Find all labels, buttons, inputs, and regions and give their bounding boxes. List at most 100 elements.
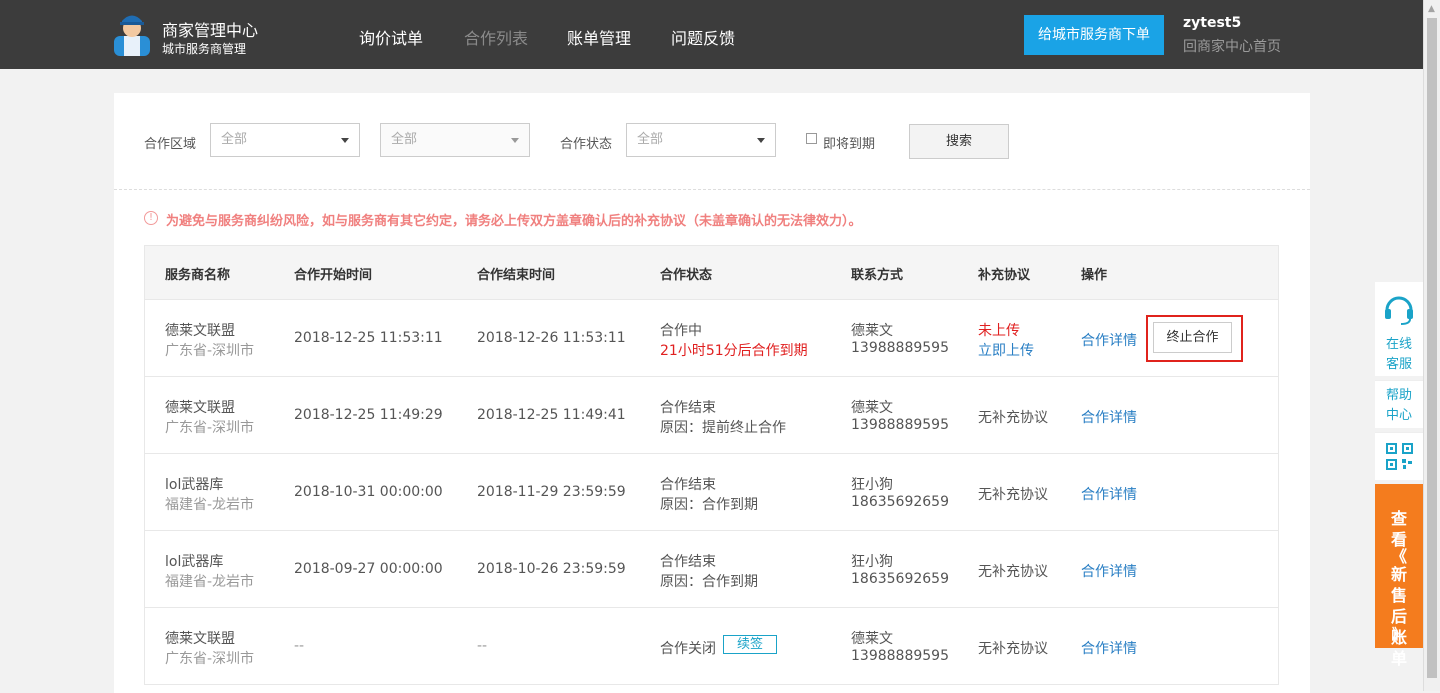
online-service-label-1: 在线 <box>1385 337 1412 352</box>
region-province-value: 全部 <box>221 132 248 147</box>
contact-name: 德莱文 <box>851 323 893 339</box>
column-header-agreement: 补充协议 <box>978 268 1031 283</box>
nav-billing[interactable]: 账单管理 <box>567 25 631 49</box>
help-center-widget[interactable]: 帮助 中心 <box>1375 380 1423 428</box>
renew-button[interactable]: 续签 <box>723 635 777 654</box>
search-button[interactable]: 搜索 <box>909 124 1009 159</box>
agreement-status: 无补充协议 <box>978 487 1048 503</box>
column-header-contact: 联系方式 <box>851 268 904 283</box>
provider-name: 德莱文联盟 <box>165 400 235 416</box>
provider-region: 广东省-深圳市 <box>165 651 255 667</box>
promo-char: 售 <box>1390 586 1407 605</box>
nav-inquiry-trial[interactable]: 询价试单 <box>359 25 423 49</box>
end-time: 2018-12-25 11:49:41 <box>477 407 626 423</box>
column-header-provider: 服务商名称 <box>165 268 231 283</box>
provider-region: 福建省-龙岩市 <box>165 574 255 590</box>
cooperation-detail-link[interactable]: 合作详情 <box>1081 330 1137 350</box>
column-header-status: 合作状态 <box>660 268 713 283</box>
status-filter-label: 合作状态 <box>560 137 613 152</box>
cooperation-status: 合作结束 <box>660 477 716 493</box>
start-time: -- <box>294 638 305 654</box>
promo-close-quote: 》 <box>1392 627 1406 643</box>
nav-feedback[interactable]: 问题反馈 <box>671 25 735 49</box>
column-header-end-time: 合作结束时间 <box>477 268 556 283</box>
user-name: zytest5 <box>1183 15 1242 31</box>
row-divider <box>145 376 1278 377</box>
help-center-label-2: 中心 <box>1385 408 1412 423</box>
nav-cooperation-list[interactable]: 合作列表 <box>464 25 528 49</box>
promo-text: 查 看 《 新 售 后 账 单 <box>1375 508 1423 669</box>
column-header-actions: 操作 <box>1081 268 1108 283</box>
courier-mascot-icon <box>114 15 150 56</box>
upload-agreement-link[interactable]: 立即上传 <box>978 340 1034 360</box>
top-navigation-bar: 商家管理中心 城市服务商管理 询价试单 合作列表 账单管理 问题反馈 给城市服务… <box>0 0 1423 69</box>
promo-char: 单 <box>1390 649 1407 668</box>
cooperation-detail-link[interactable]: 合作详情 <box>1081 561 1137 581</box>
cooperation-detail-link[interactable]: 合作详情 <box>1081 407 1137 427</box>
online-service-widget[interactable]: 在线 客服 <box>1375 282 1423 376</box>
expiring-soon-label[interactable]: 即将到期 <box>823 133 875 152</box>
contact-phone: 18635692659 <box>851 571 949 587</box>
agreement-status: 无补充协议 <box>978 564 1048 580</box>
provider-region: 广东省-深圳市 <box>165 343 255 359</box>
divider <box>114 189 1310 190</box>
cooperation-detail-link[interactable]: 合作详情 <box>1081 638 1137 658</box>
headset-icon <box>1385 296 1413 325</box>
page-scrollbar[interactable]: ▲ <box>1423 0 1440 691</box>
provider-name: 德莱文联盟 <box>165 631 235 647</box>
agreement-status: 未上传 <box>978 323 1020 339</box>
start-time: 2018-10-31 00:00:00 <box>294 484 443 500</box>
promo-char: 查 <box>1390 509 1407 528</box>
qr-code-widget[interactable] <box>1375 432 1423 480</box>
help-center-label-1: 帮助 <box>1385 388 1412 403</box>
row-divider <box>145 530 1278 531</box>
chevron-down-icon <box>341 138 349 143</box>
contact-phone: 13988889595 <box>851 340 949 356</box>
column-header-start-time: 合作开始时间 <box>294 268 373 283</box>
provider-name: 德莱文联盟 <box>165 323 235 339</box>
end-time: 2018-10-26 23:59:59 <box>477 561 626 577</box>
chevron-down-icon <box>511 138 519 143</box>
region-city-select[interactable]: 全部 <box>380 123 530 157</box>
brand-title: 商家管理中心 <box>162 21 259 40</box>
order-for-provider-button[interactable]: 给城市服务商下单 <box>1024 15 1164 55</box>
contact-name: 德莱文 <box>851 400 893 416</box>
end-time: 2018-11-29 23:59:59 <box>477 484 626 500</box>
start-time: 2018-12-25 11:53:11 <box>294 330 443 346</box>
warning-icon: ! <box>144 211 158 225</box>
promo-char: 《 <box>1390 547 1407 566</box>
cooperation-detail-link[interactable]: 合作详情 <box>1081 484 1137 504</box>
provider-region: 福建省-龙岩市 <box>165 497 255 513</box>
region-filter-label: 合作区域 <box>144 137 197 152</box>
agreement-status: 无补充协议 <box>978 410 1048 426</box>
contact-phone: 13988889595 <box>851 417 949 433</box>
new-after-sales-bill-banner[interactable]: 查 看 《 新 售 后 账 单 》 <box>1375 484 1423 668</box>
back-to-merchant-home-link[interactable]: 回商家中心首页 <box>1183 36 1281 56</box>
end-time: 2018-12-26 11:53:11 <box>477 330 626 346</box>
expiring-soon-checkbox[interactable] <box>806 133 817 144</box>
agreement-status: 无补充协议 <box>978 641 1048 657</box>
cooperation-status: 合作关闭 <box>660 641 716 657</box>
row-divider <box>145 607 1278 608</box>
end-time: -- <box>477 638 488 654</box>
contact-name: 德莱文 <box>851 631 893 647</box>
row-divider <box>145 299 1278 300</box>
chevron-down-icon <box>757 138 765 143</box>
cooperation-status: 合作中 <box>660 323 702 339</box>
contact-phone: 13988889595 <box>851 648 949 664</box>
start-time: 2018-09-27 00:00:00 <box>294 561 443 577</box>
provider-name: lol武器库 <box>165 554 224 570</box>
row-divider <box>145 453 1278 454</box>
region-province-select[interactable]: 全部 <box>210 123 360 157</box>
brand-subtitle: 城市服务商管理 <box>162 42 247 56</box>
start-time: 2018-12-25 11:49:29 <box>294 407 443 423</box>
provider-name: lol武器库 <box>165 477 224 493</box>
cooperation-status: 合作结束 <box>660 554 716 570</box>
status-select-value: 全部 <box>637 132 664 147</box>
promo-char: 新 <box>1390 565 1407 584</box>
status-select[interactable]: 全部 <box>626 123 776 157</box>
cooperation-status: 合作结束 <box>660 400 716 416</box>
scroll-up-arrow-icon[interactable]: ▲ <box>1428 4 1435 14</box>
provider-region: 广东省-深圳市 <box>165 420 255 436</box>
scroll-thumb[interactable] <box>1427 18 1437 678</box>
